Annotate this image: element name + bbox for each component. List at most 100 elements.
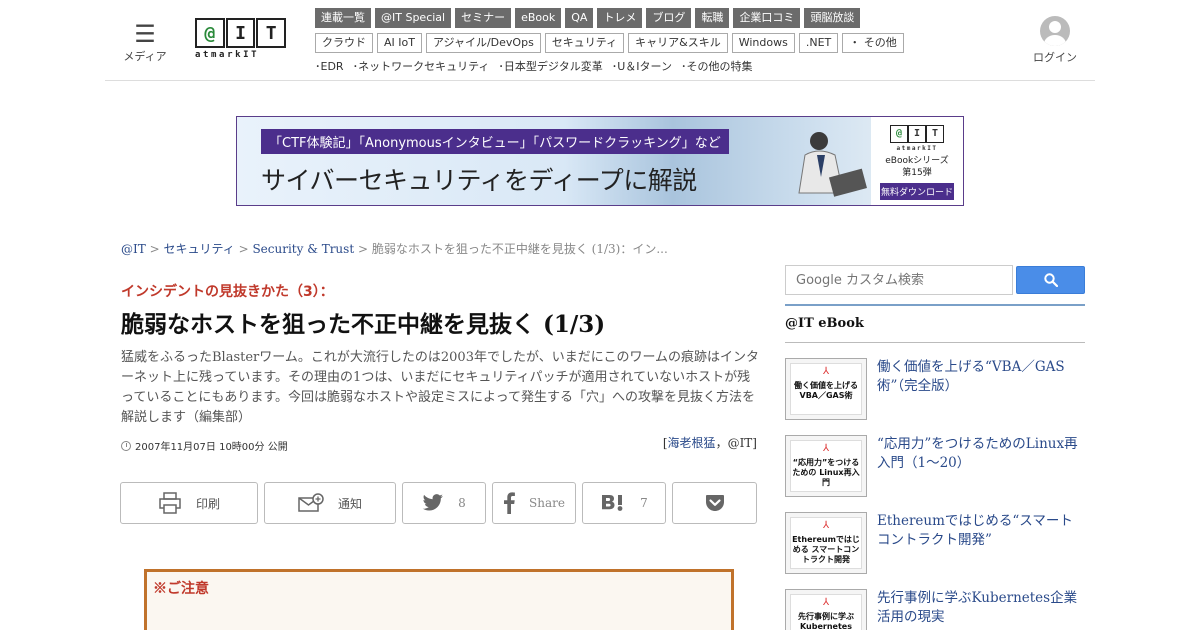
media-menu-button[interactable]: ☰ メディア <box>121 22 169 64</box>
banner-download-button[interactable]: 無料ダウンロード <box>880 183 954 200</box>
banner-mini-logo: @ I T <box>889 125 945 143</box>
ebook-ad-banner[interactable]: 「CTF体験記」「Anonymousインタビュー」「パスワードクラッキング」など… <box>236 116 964 206</box>
facebook-share-button[interactable]: Share <box>492 482 576 524</box>
login-button[interactable]: ログイン <box>1031 16 1079 65</box>
breadcrumb-security[interactable]: セキュリティ <box>163 242 234 256</box>
nav-category-item[interactable]: 連載一覧 <box>315 8 371 28</box>
category-row-secondary: クラウド AI IoT アジャイル/DevOps セキュリティ キャリア&スキル Wind… <box>315 33 915 53</box>
breadcrumb-security-trust[interactable]: Security & Trust <box>252 242 354 256</box>
facebook-share-label: Share <box>529 496 565 510</box>
ebook-item[interactable]: ⅄ 先行事例に学ぶ Kubernetes 先行事例に学ぶKubernetes企業活用… <box>785 589 1085 630</box>
twitter-bird-icon <box>422 494 444 511</box>
banner-series-number: 第15弾 <box>902 168 932 178</box>
breadcrumb-separator: > <box>357 242 372 256</box>
category-nav: 連載一覧 @IT Special セミナー eBook QA トレメ ブログ 転職 企業口コミ頭… <box>315 8 915 74</box>
series-label[interactable]: インシデントの見抜きかた（3）： <box>121 281 334 301</box>
banner-tag: 「CTF体験記」「Anonymousインタビュー」「パスワードクラッキング」など <box>261 129 729 154</box>
nav-topic-item[interactable]: .NET <box>798 33 839 53</box>
nav-category-item[interactable]: 転職 <box>695 8 730 28</box>
ebook-thumbnail[interactable]: ⅄ 働く価値を上げる VBA／GAS術 <box>785 358 867 420</box>
pdf-icon: ⅄ <box>822 443 830 454</box>
nav-topic-item[interactable]: ・ その他 <box>842 33 904 53</box>
nav-category-item[interactable]: QA <box>565 8 594 28</box>
article-lead: 猛威をふるったBlasterワーム。これが大流行したのは2003年でしたが、いま… <box>121 350 760 425</box>
nav-topic-item[interactable]: AI IoT <box>377 33 422 53</box>
nav-category-item[interactable]: eBook <box>515 8 562 28</box>
twitter-share-button[interactable]: 8 <box>402 482 486 524</box>
atmarkit-logo[interactable]: @ I T atmarkIT <box>195 18 287 64</box>
hamburger-icon: ☰ <box>134 20 156 48</box>
google-custom-search <box>785 265 1085 295</box>
banner-mini-logo-sub: atmarkIT <box>896 145 938 152</box>
breadcrumb: @IT > セキュリティ > Security & Trust > 脆弱なホスト… <box>121 240 668 257</box>
ebook-cover: ⅄ 先行事例に学ぶ Kubernetes <box>790 594 862 630</box>
ebook-cover-title: 働く価値を上げる VBA／GAS術 <box>794 381 858 400</box>
pocket-icon <box>705 495 724 511</box>
print-label: 印刷 <box>195 496 220 511</box>
mini-logo-letter: I <box>908 125 926 143</box>
share-bar: 印刷 通知 8 Share 7 <box>120 482 757 524</box>
notify-button[interactable]: 通知 <box>264 482 396 524</box>
media-menu-label: メディア <box>123 50 167 63</box>
breadcrumb-current: 脆弱なホストを狙った不正中継を見抜く (1/3)：イン... <box>371 242 668 256</box>
feature-link[interactable]: ･U＆Iターン <box>612 58 672 74</box>
nav-category-item[interactable]: トレメ <box>597 8 643 28</box>
notice-title: ※ご注意 <box>153 581 209 597</box>
feature-link[interactable]: ･その他の特集 <box>681 58 753 74</box>
logo-letter: @ <box>195 18 225 48</box>
ebook-item[interactable]: ⅄ Ethereumではじめる スマートコントラクト開発 Ethereumではじめる… <box>785 512 1085 576</box>
twitter-count: 8 <box>458 496 466 510</box>
feature-link[interactable]: ･ネットワークセキュリティ <box>353 58 490 74</box>
print-button[interactable]: 印刷 <box>120 482 258 524</box>
pdf-icon: ⅄ <box>822 366 830 377</box>
nav-category-item[interactable]: 企業口コミ <box>733 8 801 28</box>
ebook-cover-title: 先行事例に学ぶ Kubernetes <box>798 612 854 630</box>
nav-category-item[interactable]: @IT Special <box>375 8 452 28</box>
breadcrumb-separator: > <box>238 242 253 256</box>
nav-category-item[interactable]: ブログ <box>646 8 692 28</box>
publish-date: 2007年11月07日 10時00分 公開 <box>121 438 288 453</box>
nav-topic-item[interactable]: クラウド <box>315 33 373 53</box>
user-avatar-icon <box>1040 16 1070 46</box>
nav-category-item[interactable]: 頭脳放談 <box>804 8 861 28</box>
printer-icon <box>159 492 181 514</box>
notify-label: 通知 <box>337 496 362 511</box>
article-title: 脆弱なホストを狙った不正中継を見抜く (1/3) <box>121 311 606 338</box>
ebook-title-link[interactable]: 先行事例に学ぶKubernetes企業活用の現実 <box>877 589 1085 627</box>
ebook-thumbnail[interactable]: ⅄ 先行事例に学ぶ Kubernetes <box>785 589 867 630</box>
logo-letter: T <box>256 18 287 48</box>
ebook-cover: ⅄ Ethereumではじめる スマートコントラクト開発 <box>790 517 862 569</box>
ebook-title-link[interactable]: “応用力”をつけるためのLinux再入門（1～20） <box>877 435 1085 473</box>
publish-date-text: 2007年11月07日 10時00分 公開 <box>135 442 288 453</box>
notice-box: ※ご注意 <box>144 569 734 630</box>
mail-plus-icon <box>298 493 324 512</box>
nav-topic-item[interactable]: アジャイル/DevOps <box>425 33 541 53</box>
businessman-laptop-icon <box>798 132 867 197</box>
nav-topic-item[interactable]: Windows <box>731 33 795 53</box>
search-input[interactable] <box>785 265 1013 295</box>
breadcrumb-separator: > <box>149 242 164 256</box>
ebook-item[interactable]: ⅄ “応用力”をつけるための Linux再入門 “応用力”をつけるためのLinux再… <box>785 435 1085 499</box>
nav-category-item[interactable]: セミナー <box>455 8 512 28</box>
search-button[interactable] <box>1016 266 1085 294</box>
author-link[interactable]: 海老根猛 <box>668 436 716 450</box>
ebook-item[interactable]: ⅄ 働く価値を上げる VBA／GAS術 働く価値を上げる“VBA／GAS術”（完全版… <box>785 358 1085 422</box>
nav-topic-item[interactable]: セキュリティ <box>544 33 625 53</box>
hatena-bookmark-button[interactable]: 7 <box>582 482 666 524</box>
pdf-icon: ⅄ <box>822 520 830 531</box>
nav-topic-item[interactable]: キャリア&スキル <box>628 33 728 53</box>
ebook-cover-title: “応用力”をつけるための Linux再入門 <box>792 458 860 487</box>
ebook-title-link[interactable]: Ethereumではじめる“スマートコントラクト開発” <box>877 512 1085 550</box>
login-label: ログイン <box>1033 51 1077 64</box>
ebook-cover-title: Ethereumではじめる スマートコントラクト開発 <box>792 535 860 564</box>
ebook-title-link[interactable]: 働く価値を上げる“VBA／GAS術”（完全版） <box>877 358 1085 396</box>
ebook-thumbnail[interactable]: ⅄ “応用力”をつけるための Linux再入門 <box>785 435 867 497</box>
feature-link[interactable]: ･EDR <box>315 58 344 74</box>
breadcrumb-home[interactable]: @IT <box>121 242 146 256</box>
pocket-button[interactable] <box>672 482 757 524</box>
ebook-thumbnail[interactable]: ⅄ Ethereumではじめる スマートコントラクト開発 <box>785 512 867 574</box>
feature-link[interactable]: ･日本型デジタル変革 <box>498 58 602 74</box>
author-suffix: ，@IT] <box>715 436 757 450</box>
feature-links: ･EDR ･ネットワークセキュリティ ･日本型デジタル変革 ･U＆Iターン ･その他の特… <box>315 58 915 74</box>
author-byline: [海老根猛，@IT] <box>663 434 757 451</box>
